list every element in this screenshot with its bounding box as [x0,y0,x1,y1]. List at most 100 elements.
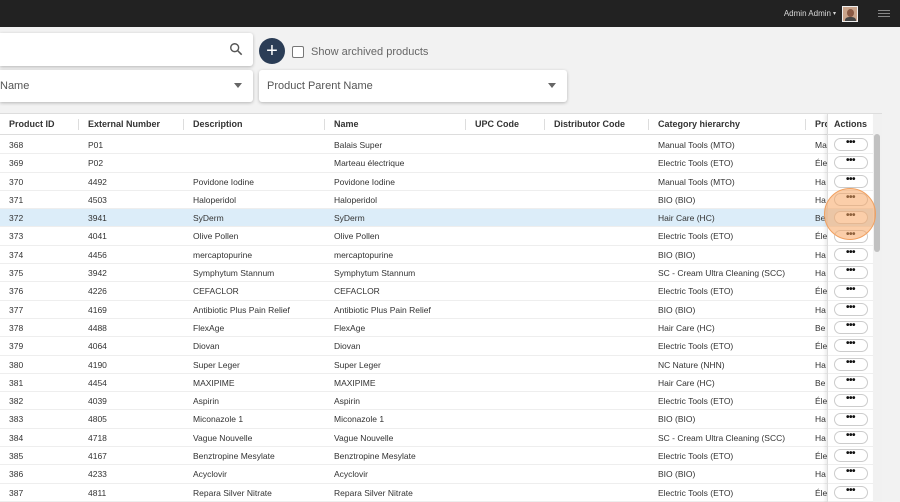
row-actions-button[interactable]: ••• [833,321,868,335]
action-cell: ••• [828,209,873,228]
show-archived-checkbox[interactable] [292,46,304,58]
cell-product-parent: Be [815,213,826,224]
row-actions-button[interactable]: ••• [833,302,868,316]
cell-name: SyDerm [334,213,365,224]
cell-product-parent: Be [815,377,826,388]
table-row[interactable]: 380 4190 Super Leger Super Leger NC Nature (… [0,356,827,374]
add-product-button[interactable]: + [259,38,285,64]
cell-category-hierarchy: Manual Tools (MTO) [658,176,735,187]
action-cell: ••• [828,154,873,173]
table-row[interactable]: 370 4492 Povidone Iodine Povidone Iodine Man… [0,173,827,191]
cell-distributor-code [545,301,649,319]
search-input[interactable] [0,33,253,66]
row-actions-button[interactable]: ••• [833,229,868,243]
cell-upc-code [466,392,545,410]
row-actions-button[interactable]: ••• [833,284,868,298]
table-row[interactable]: 387 4811 Repara Silver Nitrate Repara Silve… [0,484,827,502]
cell-category-hierarchy: SC - Cream Ultra Cleaning (SCC) [658,268,786,279]
cell-description: Povidone Iodine [193,176,254,187]
cell-external-number: 3942 [88,268,107,279]
column-header-upc-code[interactable]: UPC Code [466,114,545,135]
table-row[interactable]: 382 4039 Aspirin Aspirin Electric Tools (ETO… [0,392,827,411]
row-actions-button[interactable]: ••• [833,266,868,280]
cell-external-number: P02 [88,158,104,169]
products-table: Product ID External Number Description Name… [0,113,882,502]
column-header-product-parent[interactable]: Pro [806,114,827,135]
cell-product-parent: Ha [815,469,826,480]
row-actions-button[interactable]: ••• [833,430,868,444]
cell-distributor-code [545,209,649,227]
user-menu[interactable]: Admin Admin ▾ [784,5,858,22]
table-row[interactable]: 369 P02 Marteau électrique Electric Tools (… [0,154,827,173]
table-row[interactable]: 378 4488 FlexAge FlexAge Hair Care (HC) Be [0,319,827,338]
table-row[interactable]: 384 4718 Vague Nouvelle Vague Nouvelle SC - … [0,429,827,448]
vertical-scrollbar[interactable] [873,114,882,502]
row-actions-button[interactable]: ••• [833,339,868,353]
table-row[interactable]: 374 4456 mercaptopurine mercaptopurine BIO (… [0,246,827,265]
row-actions-button[interactable]: ••• [833,193,868,207]
cell-description: Benztropine Mesylate [193,451,275,462]
table-row[interactable]: 385 4167 Benztropine Mesylate Benztropine M… [0,447,827,466]
row-actions-button[interactable]: ••• [833,394,868,408]
user-name[interactable]: Admin Admin [784,9,831,18]
cell-name: CEFACLOR [334,286,380,297]
cell-category-hierarchy: Hair Care (HC) [658,213,715,224]
column-header-product-id[interactable]: Product ID [0,114,79,135]
action-cell: ••• [828,429,873,448]
table-row[interactable]: 368 P01 Balais Super Manual Tools (MTO) Ma [0,136,827,155]
table-row[interactable]: 377 4169 Antibiotic Plus Pain Relief Antibi… [0,301,827,319]
row-actions-button[interactable]: ••• [833,247,868,261]
row-actions-button[interactable]: ••• [833,174,868,188]
column-header-external-number[interactable]: External Number [79,114,184,135]
cell-external-number: 4488 [88,322,107,333]
table-row[interactable]: 371 4503 Haloperidol Haloperidol BIO (BIO) Ha [0,191,827,210]
avatar[interactable] [842,5,858,22]
row-actions-button[interactable]: ••• [833,138,868,152]
search-icon[interactable] [229,42,243,56]
action-cell: ••• [828,410,873,429]
cell-external-number: 3941 [88,213,107,224]
cell-category-hierarchy: BIO (BIO) [658,249,696,260]
table-row[interactable]: 386 4233 Acyclovir Acyclovir BIO (BIO) Ha [0,465,827,484]
menu-icon[interactable] [878,10,890,17]
action-cell: ••• [828,484,873,502]
column-header-name[interactable]: Name [325,114,466,135]
column-header-description[interactable]: Description [184,114,325,135]
cell-upc-code [466,447,545,465]
cell-category-hierarchy: Electric Tools (ETO) [658,286,734,297]
cell-upc-code [466,209,545,227]
show-archived-toggle[interactable]: Show archived products [292,46,428,58]
cell-description: Miconazole 1 [193,414,244,425]
row-actions-button[interactable]: ••• [833,467,868,481]
cell-external-number: 4805 [88,414,107,425]
row-actions-button[interactable]: ••• [833,485,868,499]
row-actions-button[interactable]: ••• [833,156,868,170]
table-row[interactable]: 379 4064 Diovan Diovan Electric Tools (ETO) É… [0,337,827,356]
table-row[interactable]: 372 3941 SyDerm SyDerm Hair Care (HC) Be [0,209,827,228]
scrollbar-thumb[interactable] [874,134,880,252]
name-filter-select[interactable]: Name [0,70,253,102]
cell-description: Repara Silver Nitrate [193,487,272,498]
table-row[interactable]: 383 4805 Miconazole 1 Miconazole 1 BIO (BIO)… [0,410,827,429]
row-actions-button[interactable]: ••• [833,357,868,371]
row-actions-button[interactable]: ••• [833,449,868,463]
cell-product-parent: Éle [815,396,827,407]
cell-external-number: 4503 [88,194,107,205]
table-row[interactable]: 375 3942 Symphytum Stannum Symphytum Stannu… [0,264,827,283]
cell-upc-code [466,154,545,172]
row-actions-button[interactable]: ••• [833,412,868,426]
show-archived-label[interactable]: Show archived products [311,46,428,58]
cell-external-number: 4041 [88,231,107,242]
chevron-down-icon[interactable]: ▾ [833,10,836,17]
row-actions-button[interactable]: ••• [833,376,868,389]
table-row[interactable]: 376 4226 CEFACLOR CEFACLOR Electric Tools (E… [0,282,827,301]
table-row[interactable]: 373 4041 Olive Pollen Olive Pollen Electric … [0,227,827,246]
table-row[interactable]: 381 4454 MAXIPIME MAXIPIME Hair Care (HC) Be [0,374,827,393]
column-header-distributor-code[interactable]: Distributor Code [545,114,649,135]
actions-column: Actions ••• ••• ••• ••• ••• ••• ••• ••• ••• ••• ••… [827,114,873,502]
cell-distributor-code [545,282,649,300]
cell-upc-code [466,136,545,154]
product-parent-select[interactable]: Product Parent Name [259,70,567,102]
row-actions-button[interactable]: ••• [833,211,868,225]
column-header-category-hierarchy[interactable]: Category hierarchy [649,114,806,135]
